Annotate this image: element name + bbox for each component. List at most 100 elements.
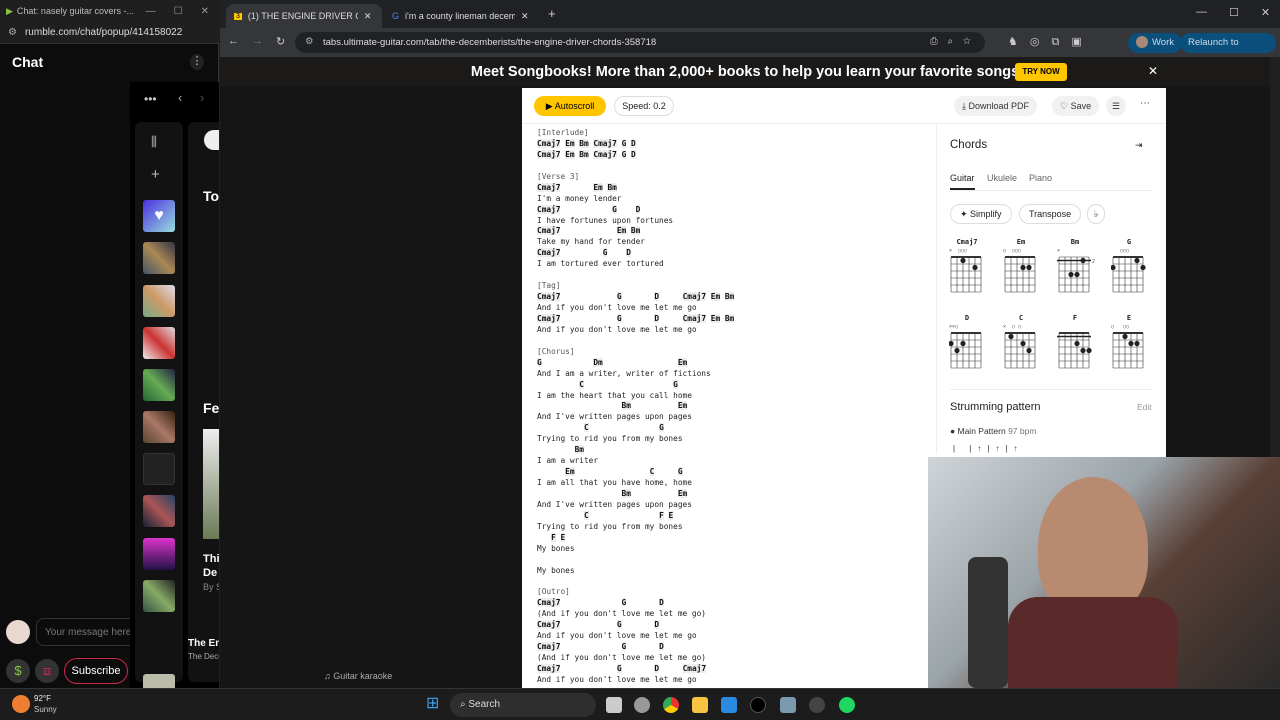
tab-ukulele[interactable]: Ukulele [987,173,1017,183]
chord[interactable]: Cmaj7 [537,149,561,159]
playlist-tile[interactable] [143,285,175,317]
minimize-icon[interactable]: — [1196,6,1207,19]
chord[interactable]: Em [677,488,688,498]
chord[interactable]: Em [593,182,603,192]
chord-diagram-e[interactable]: E ○ ○○ [1111,314,1147,369]
try-now-button[interactable]: TRY NOW [1015,63,1067,81]
tab-guitar[interactable]: Guitar [950,173,975,190]
weather-temp[interactable]: 92°F [34,694,51,703]
chord-diagram-em[interactable]: Em ○ ○○○ [1003,238,1039,293]
library-icon[interactable]: ⫼ [151,134,157,150]
chat-message-input[interactable]: Your message here [36,618,136,646]
add-to-playlist-icon[interactable]: ☰ [1106,96,1127,116]
playlist-tile[interactable] [143,538,175,570]
reload-icon[interactable]: ↻ [276,35,285,48]
app-icon[interactable] [634,697,650,713]
chord[interactable]: Cmaj7 [537,226,561,236]
chord[interactable]: Cmaj7 [537,642,561,652]
profile-button[interactable]: Work [1128,33,1182,53]
chord[interactable]: Cmaj7 [537,598,561,608]
upwork-icon[interactable] [750,697,766,713]
vscode-icon[interactable] [721,697,737,713]
chord[interactable]: Bm [579,149,589,159]
tab-piano[interactable]: Piano [1029,173,1052,183]
chord[interactable]: G [612,204,617,214]
collapse-panel-icon[interactable]: ⇥ [1135,140,1143,151]
new-tab-icon[interactable]: + [548,6,556,21]
maximize-icon[interactable]: ☐ [174,6,183,17]
edit-link[interactable]: Edit [1137,402,1152,412]
close-tab-icon[interactable]: ✕ [364,11,372,22]
chord[interactable]: Cmaj7 [537,182,561,192]
chord[interactable]: F [659,510,664,520]
page-actions-icons[interactable]: ⎙⌕☆ [930,36,981,47]
chord[interactable]: Cmaj7 [537,204,561,214]
chord[interactable]: Bm [574,445,584,455]
add-icon[interactable]: + [151,166,160,183]
chord[interactable]: Cmaj7 [537,292,561,302]
maximize-icon[interactable]: ☐ [1229,6,1239,19]
liked-songs-heart-icon[interactable]: ♥ [143,200,175,232]
chord-diagram-c[interactable]: C × ○ ○ [1003,314,1039,369]
chord[interactable]: G [616,663,622,673]
chord[interactable]: F [551,532,556,542]
more-options-icon[interactable]: ⋯ [1140,98,1150,109]
now-playing-cover[interactable] [143,674,175,688]
chrome-icon[interactable] [663,697,679,713]
chord[interactable]: G [673,379,678,389]
chord[interactable]: C [579,379,584,389]
flat-button[interactable]: ♭ [1087,204,1106,224]
more-icon[interactable]: ••• [144,92,157,106]
chord[interactable]: C [583,423,589,433]
speed-control[interactable]: Speed: 0.2 [614,96,674,116]
chord[interactable]: Em [710,292,721,302]
rant-dollar-icon[interactable]: $ [6,659,30,683]
spotify-icon[interactable] [839,697,855,713]
guitar-karaoke-link[interactable]: ♫ Guitar karaoke [324,671,392,681]
chord[interactable]: D [630,138,636,148]
close-tab-icon[interactable]: ✕ [521,11,529,22]
playlist-tile[interactable] [143,369,175,401]
chord[interactable]: Bm [607,182,617,192]
chord[interactable]: Bm [724,313,735,323]
chord[interactable]: D [654,620,660,630]
playlist-tile[interactable] [143,580,175,612]
chord[interactable]: Cmaj7 [682,313,707,323]
site-info-icon[interactable]: ⚙ [305,36,314,47]
chord[interactable]: G [621,598,627,608]
chord[interactable]: Cmaj7 [682,663,707,673]
chord[interactable]: C [649,467,655,477]
chord[interactable]: G [677,467,683,477]
autoscroll-button[interactable]: ▶ Autoscroll [534,96,606,116]
chord[interactable]: Cmaj7 [593,149,617,159]
chord[interactable]: Bm [621,401,631,411]
chord[interactable]: G [616,292,622,302]
chord[interactable]: G [659,423,664,433]
featured-card[interactable] [203,429,219,539]
weather-icon[interactable] [12,695,30,713]
chord[interactable]: D [659,642,664,652]
close-banner-icon[interactable]: ✕ [1148,64,1158,78]
chord[interactable]: G [616,620,622,630]
chord[interactable]: C [583,510,589,520]
chord[interactable]: D [626,248,631,258]
chord[interactable]: G [621,138,627,148]
transpose-button[interactable]: Transpose [1019,204,1082,224]
chord[interactable]: Em [710,313,721,323]
chord[interactable]: Em [565,149,575,159]
forward-icon[interactable]: → [252,35,263,47]
chord[interactable]: D [630,149,636,159]
chord[interactable]: Em [565,467,575,477]
file-explorer-icon[interactable] [692,697,708,713]
extensions-icons[interactable]: ♞◎⧉▣ [1008,35,1094,49]
obs-icon[interactable] [809,697,825,713]
chord-diagram-g[interactable]: G ○○○ [1111,238,1147,293]
save-button[interactable]: ♡ Save [1052,96,1100,116]
relaunch-button[interactable]: Relaunch to update ⋮ [1180,33,1276,68]
playlist-tile[interactable] [143,411,175,443]
chord[interactable]: Cmaj7 [593,138,617,148]
calculator-icon[interactable] [780,697,796,713]
back-icon[interactable]: ← [228,35,239,47]
subscribe-button[interactable]: Subscribe [64,658,128,684]
chord[interactable]: D [654,663,660,673]
